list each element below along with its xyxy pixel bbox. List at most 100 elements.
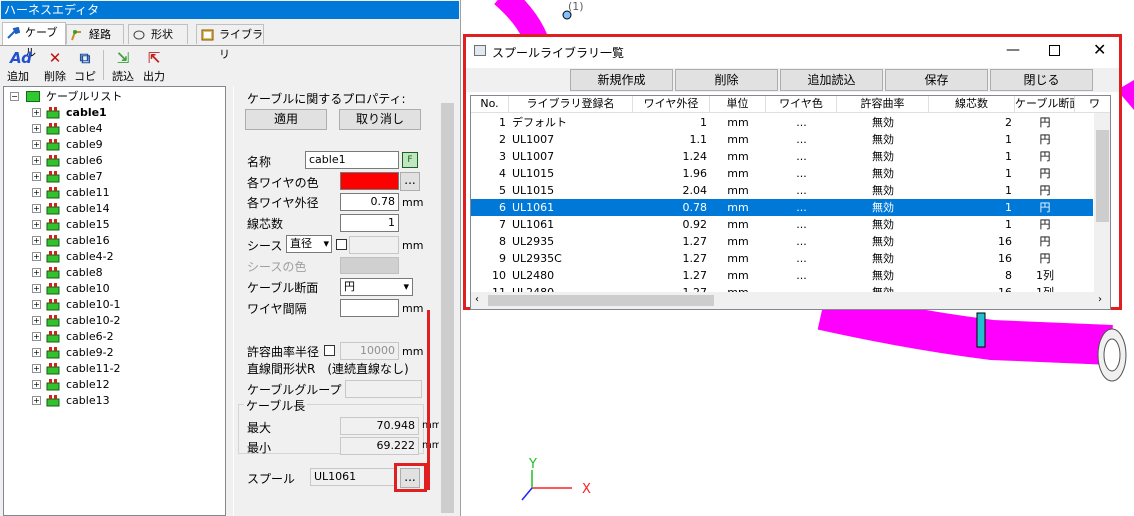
column-header[interactable]: 許容曲率	[837, 96, 929, 113]
expand-icon[interactable]: +	[32, 396, 41, 405]
table-row[interactable]: 8 UL2935 1.27 mm... 無効 16 円	[471, 233, 1093, 250]
tree-item[interactable]: + cable11	[4, 185, 224, 201]
add-button[interactable]: Ad 追加	[3, 50, 33, 84]
tree-item[interactable]: + cable9	[4, 137, 224, 153]
tree-item-label: cable6-2	[66, 330, 114, 343]
wire-color-swatch[interactable]	[340, 172, 399, 190]
expand-icon[interactable]: +	[32, 380, 41, 389]
tab-route[interactable]: 経路	[66, 24, 124, 44]
bend-radius-checkbox[interactable]	[324, 345, 335, 356]
color-picker-button[interactable]: ...	[400, 172, 420, 191]
tree-item[interactable]: + cable12	[4, 377, 224, 393]
expand-icon[interactable]: +	[32, 124, 41, 133]
tree-item[interactable]: + cable7	[4, 169, 224, 185]
save-button[interactable]: 保存	[885, 69, 988, 91]
column-header[interactable]: ワイヤ色	[766, 96, 837, 113]
scroll-left-icon[interactable]: ‹	[475, 294, 479, 305]
export-button[interactable]: ⇱ 出力	[139, 50, 169, 84]
expand-icon[interactable]: +	[32, 108, 41, 117]
spacing-field[interactable]	[340, 299, 399, 317]
tree-item[interactable]: + cable10	[4, 281, 224, 297]
table-row[interactable]: 9 UL2935C 1.27 mm... 無効 16 円	[471, 250, 1093, 267]
tree-item[interactable]: + cable10-2	[4, 313, 224, 329]
hscroll-thumb[interactable]	[488, 295, 714, 306]
expand-icon[interactable]: +	[32, 172, 41, 181]
scroll-right-icon[interactable]: ›	[1098, 294, 1102, 305]
close-icon[interactable]: ✕	[1093, 40, 1106, 59]
tree-item[interactable]: + cable9-2	[4, 345, 224, 361]
tree-item[interactable]: + cable10-1	[4, 297, 224, 313]
cable-tree[interactable]: − ケーブルリスト + cable1 + cable4 + cable9 + cable6 + c…	[3, 86, 226, 516]
tree-item[interactable]: + cable11-2	[4, 361, 224, 377]
table-row[interactable]: 1 デフォルト 1 mm... 無効 2 円	[471, 114, 1093, 131]
table-cell: UL2935C	[512, 252, 562, 265]
append-load-button[interactable]: 追加読込	[780, 69, 883, 91]
tree-item[interactable]: + cable4-2	[4, 249, 224, 265]
tree-item[interactable]: + cable15	[4, 217, 224, 233]
expand-icon[interactable]: +	[32, 364, 41, 373]
cores-field[interactable]: 1	[340, 214, 399, 232]
tree-item[interactable]: + cable1	[4, 105, 224, 121]
expand-icon[interactable]: +	[32, 236, 41, 245]
expand-icon[interactable]: +	[32, 300, 41, 309]
close-button[interactable]: 閉じる	[990, 69, 1093, 91]
tree-root[interactable]: − ケーブルリスト	[4, 89, 224, 105]
tree-item[interactable]: + cable8	[4, 265, 224, 281]
expand-icon[interactable]: +	[32, 348, 41, 357]
vscroll-thumb[interactable]	[1096, 130, 1109, 222]
sheath-type-select[interactable]: 直径 ▾	[286, 235, 332, 253]
new-button[interactable]: 新規作成	[570, 69, 673, 91]
expand-icon[interactable]: +	[32, 284, 41, 293]
column-header[interactable]: ワイヤ外径	[633, 96, 710, 113]
expand-icon[interactable]: +	[32, 268, 41, 277]
tree-item[interactable]: + cable14	[4, 201, 224, 217]
delete-spool-button[interactable]: 削除	[675, 69, 778, 91]
table-row[interactable]: 4 UL1015 1.96 mm... 無効 1 円	[471, 165, 1093, 182]
expand-icon[interactable]: +	[32, 332, 41, 341]
expand-icon[interactable]: +	[32, 252, 41, 261]
section-select[interactable]: 円 ▾	[340, 278, 413, 296]
column-header[interactable]: ライブラリ登録名	[509, 96, 633, 113]
tree-item[interactable]: + cable4	[4, 121, 224, 137]
minimize-icon[interactable]: —	[1006, 42, 1020, 58]
expand-icon[interactable]: +	[32, 204, 41, 213]
tree-item[interactable]: + cable6	[4, 153, 224, 169]
import-button[interactable]: ⇲ 読込	[108, 50, 138, 84]
sheath-checkbox[interactable]	[336, 239, 347, 250]
tree-item[interactable]: + cable6-2	[4, 329, 224, 345]
pick-icon[interactable]: F	[402, 152, 418, 168]
tab-library[interactable]: ライブラリ	[196, 24, 264, 61]
unit-mm: mm	[402, 196, 424, 209]
spool-table[interactable]: No. ライブラリ登録名 ワイヤ外径 単位 ワイヤ色 許容曲率 線芯数 ケーブル断面ワ 1 デフ…	[470, 95, 1111, 310]
scrollbar-thumb[interactable]	[441, 103, 454, 513]
tab-cable[interactable]: ケーブル	[2, 22, 66, 59]
expand-icon[interactable]: +	[32, 156, 41, 165]
table-row[interactable]: 6 UL1061 0.78 mm... 無効 1 円	[471, 199, 1093, 216]
column-header[interactable]: 単位	[710, 96, 766, 113]
name-field[interactable]: cable1	[305, 151, 399, 169]
cancel-button[interactable]: 取り消し	[339, 109, 421, 130]
apply-button[interactable]: 適用	[245, 109, 327, 130]
highlight-box	[394, 463, 427, 492]
collapse-icon[interactable]: −	[10, 92, 19, 101]
column-header[interactable]: ワ	[1075, 96, 1110, 113]
table-row[interactable]: 7 UL1061 0.92 mm... 無効 1 円	[471, 216, 1093, 233]
tree-item[interactable]: + cable13	[4, 393, 224, 409]
table-cell: mm	[727, 116, 749, 129]
maximize-icon[interactable]	[1049, 45, 1060, 56]
table-row[interactable]: 2 UL1007 1.1 mm... 無効 1 円	[471, 131, 1093, 148]
expand-icon[interactable]: +	[32, 188, 41, 197]
wire-od-field[interactable]: 0.78	[340, 193, 399, 211]
tree-item[interactable]: + cable16	[4, 233, 224, 249]
expand-icon[interactable]: +	[32, 316, 41, 325]
table-row[interactable]: 10 UL2480 1.27 mm... 無効 8 1列	[471, 267, 1093, 284]
expand-icon[interactable]: +	[32, 140, 41, 149]
column-header[interactable]: 線芯数	[929, 96, 1015, 113]
delete-button[interactable]: ✕ 削除	[40, 50, 70, 84]
tab-shape[interactable]: 形状	[128, 24, 188, 44]
column-header[interactable]: ケーブル断面	[1015, 96, 1075, 113]
expand-icon[interactable]: +	[32, 220, 41, 229]
column-header[interactable]: No.	[471, 96, 509, 113]
table-row[interactable]: 3 UL1007 1.24 mm... 無効 1 円	[471, 148, 1093, 165]
table-row[interactable]: 5 UL1015 2.04 mm... 無効 1 円	[471, 182, 1093, 199]
